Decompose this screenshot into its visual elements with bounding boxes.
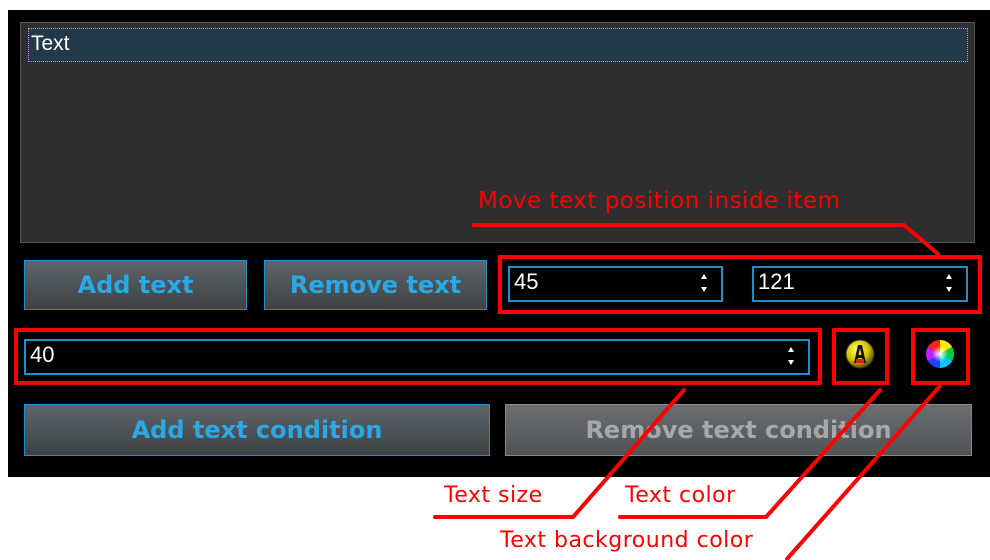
annotation-box-text-size	[14, 328, 822, 385]
add-text-button[interactable]: Add text	[24, 260, 247, 310]
annotation-text-size: Text size	[444, 483, 543, 508]
annotation-box-background-color	[911, 328, 970, 385]
annotation-background-color: Text background color	[500, 528, 754, 553]
add-text-condition-button[interactable]: Add text condition	[24, 404, 490, 456]
annotation-text-color: Text color	[625, 483, 736, 508]
annotation-move-position: Move text position inside item	[478, 188, 841, 214]
annotation-box-position	[498, 255, 982, 314]
remove-text-button[interactable]: Remove text	[264, 260, 487, 310]
list-item[interactable]: Text	[28, 28, 968, 62]
annotation-box-text-color	[832, 328, 889, 385]
remove-text-condition-button: Remove text condition	[505, 404, 972, 456]
